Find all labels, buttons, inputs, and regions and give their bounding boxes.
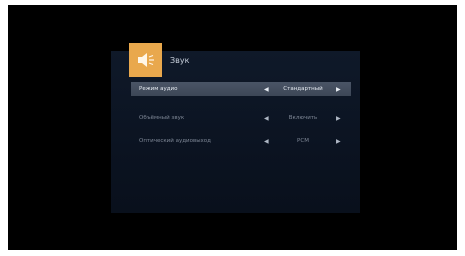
- setting-label: Режим аудио: [139, 86, 178, 92]
- arrow-right-icon[interactable]: ▶: [336, 86, 341, 93]
- panel-title: Звук: [170, 56, 190, 65]
- setting-row-audio-mode[interactable]: Режим аудио ◀ Стандартный ▶: [131, 82, 351, 96]
- setting-label: Оптический аудиовыход: [139, 138, 211, 144]
- setting-row-surround[interactable]: Объёмный звук ◀ Включить ▶: [131, 111, 351, 125]
- setting-value: PCM: [297, 138, 309, 144]
- tv-screen: Звук Режим аудио ◀ Стандартный ▶ Объёмны…: [8, 5, 457, 250]
- arrow-left-icon[interactable]: ◀: [264, 86, 269, 93]
- sound-header-icon-box: [129, 43, 162, 77]
- speaker-icon: [137, 53, 154, 67]
- setting-value: Включить: [288, 115, 318, 121]
- arrow-left-icon[interactable]: ◀: [264, 138, 269, 145]
- sound-settings-panel: Звук Режим аудио ◀ Стандартный ▶ Объёмны…: [111, 43, 360, 213]
- arrow-left-icon[interactable]: ◀: [264, 115, 269, 122]
- setting-value: Стандартный: [283, 86, 323, 92]
- arrow-right-icon[interactable]: ▶: [336, 115, 341, 122]
- setting-row-optical-output[interactable]: Оптический аудиовыход ◀ PCM ▶: [131, 134, 351, 148]
- arrow-right-icon[interactable]: ▶: [336, 138, 341, 145]
- setting-label: Объёмный звук: [139, 115, 185, 121]
